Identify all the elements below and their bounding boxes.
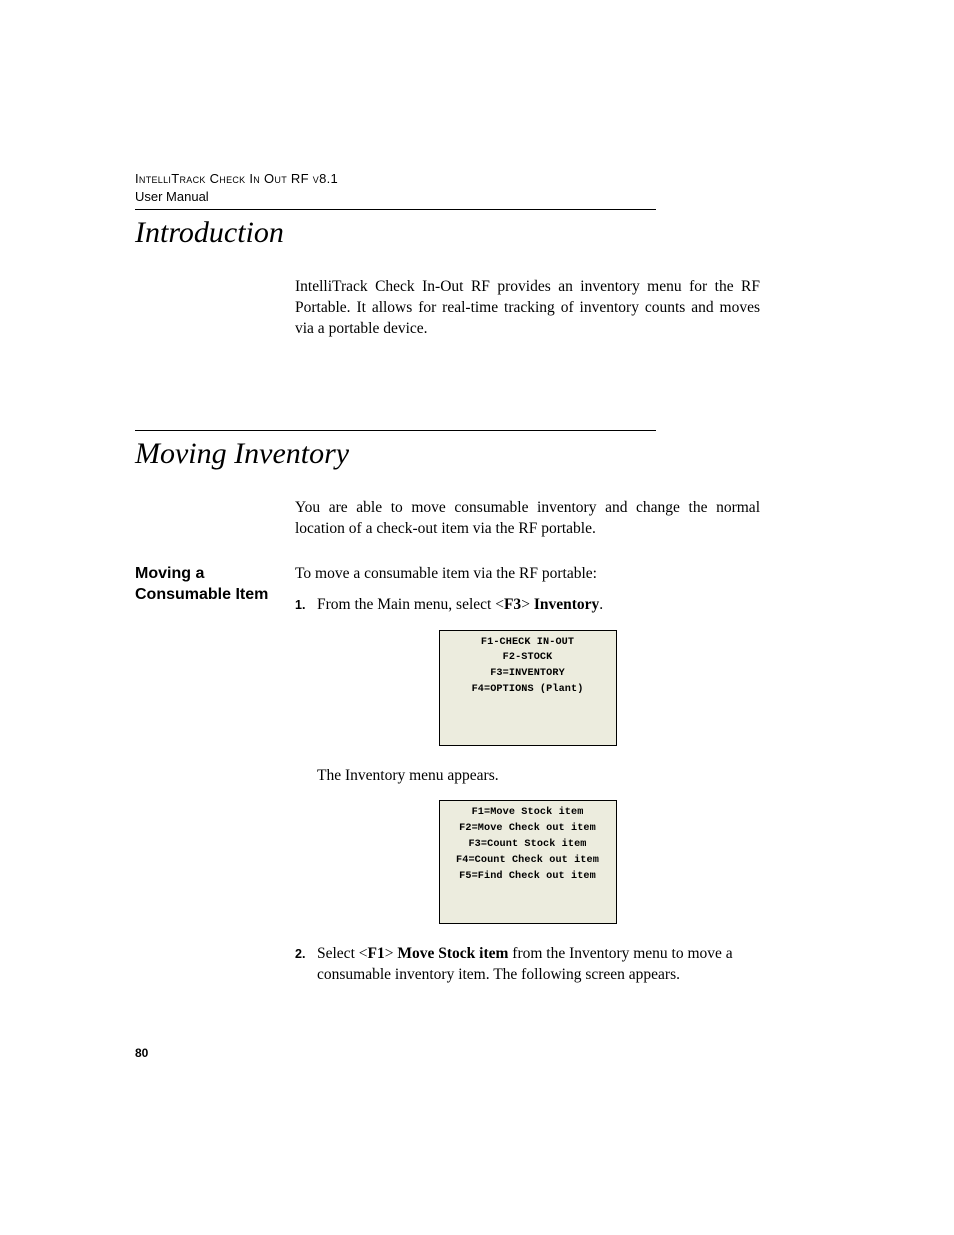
section-rule <box>135 430 656 431</box>
screen-line: F2-STOCK <box>446 650 610 666</box>
running-header: IntelliTrack Check In Out RF v8.1 User M… <box>135 170 819 205</box>
inter-paragraph: The Inventory menu appears. <box>317 766 760 787</box>
side-heading-moving-consumable: Moving a Consumable Item <box>135 564 295 606</box>
screen-line: F3=INVENTORY <box>446 666 610 682</box>
section-title-moving-inventory: Moving Inventory <box>135 437 819 470</box>
moving-intro-paragraph: You are able to move consumable inventor… <box>295 498 760 540</box>
step-number: 2. <box>295 944 317 986</box>
step-body: From the Main menu, select <F3> Inventor… <box>317 595 760 616</box>
screen-line: F1=Move Stock item <box>446 805 610 821</box>
intro-paragraph: IntelliTrack Check In-Out RF provides an… <box>295 277 760 340</box>
page-number: 80 <box>135 1046 148 1060</box>
screen-line: F5=Find Check out item <box>446 869 610 885</box>
section-title-introduction: Introduction <box>135 216 819 249</box>
screen-line: F4=OPTIONS (Plant) <box>446 682 610 698</box>
screen-line: F2=Move Check out item <box>446 821 610 837</box>
rf-screen-inventory-menu: F1=Move Stock item F2=Move Check out ite… <box>439 800 617 924</box>
running-header-line1: IntelliTrack Check In Out RF v8.1 <box>135 170 819 188</box>
screen-line: F4=Count Check out item <box>446 853 610 869</box>
step-2: 2. Select <F1> Move Stock item from the … <box>295 944 760 986</box>
running-header-line2: User Manual <box>135 188 819 206</box>
screen-line: F3=Count Stock item <box>446 837 610 853</box>
rf-screen-main-menu: F1-CHECK IN-OUT F2-STOCK F3=INVENTORY F4… <box>439 630 617 746</box>
step-number: 1. <box>295 595 317 616</box>
step-body: Select <F1> Move Stock item from the Inv… <box>317 944 760 986</box>
screen-line: F1-CHECK IN-OUT <box>446 635 610 651</box>
lead-text: To move a consumable item via the RF por… <box>295 564 760 585</box>
step-1: 1. From the Main menu, select <F3> Inven… <box>295 595 760 616</box>
section-rule <box>135 209 656 210</box>
